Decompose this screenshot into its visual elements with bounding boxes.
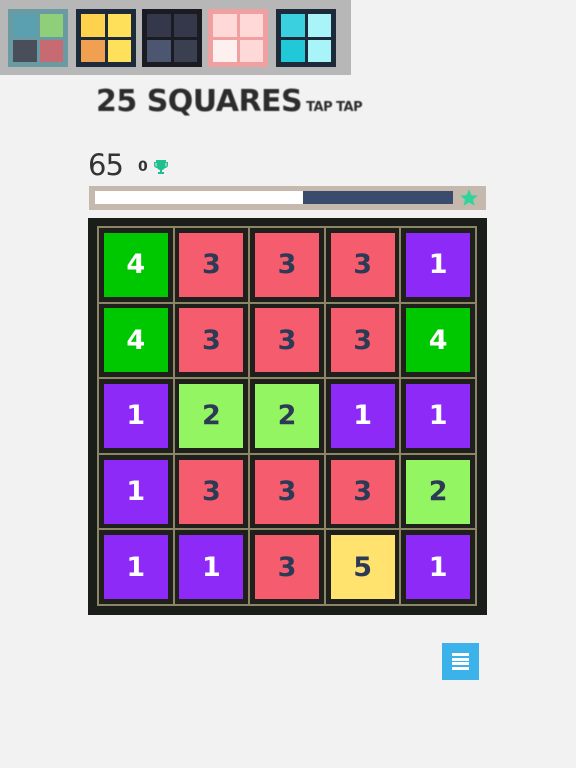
- board-cell[interactable]: 1: [174, 530, 249, 604]
- tile[interactable]: 1: [103, 459, 168, 524]
- theme-swatch: [13, 14, 37, 37]
- current-score: 65: [88, 148, 124, 182]
- theme-gray-pastel-button[interactable]: [8, 9, 68, 67]
- theme-swatch: [307, 14, 331, 37]
- theme-warm-button[interactable]: [76, 9, 136, 67]
- theme-swatch: [107, 39, 131, 62]
- tile[interactable]: 1: [406, 232, 471, 297]
- tile[interactable]: 4: [103, 308, 168, 373]
- tile[interactable]: 1: [406, 383, 471, 448]
- theme-swatch: [39, 14, 63, 37]
- title-subtitle: TAP TAP: [306, 100, 363, 115]
- theme-swatch: [81, 14, 105, 37]
- title-main: 25 SQUARES: [96, 84, 303, 119]
- theme-swatch: [213, 39, 237, 62]
- tile[interactable]: 2: [179, 383, 244, 448]
- tile-grid: 4333143334122111333211351: [97, 226, 477, 606]
- tile[interactable]: 5: [330, 535, 395, 600]
- board-cell[interactable]: 4: [99, 303, 173, 378]
- star-icon: [460, 189, 478, 206]
- board-cell[interactable]: 4: [401, 303, 475, 378]
- progress-fill: [302, 191, 453, 204]
- board-cell[interactable]: 3: [325, 454, 400, 529]
- tile[interactable]: 1: [330, 383, 395, 448]
- theme-swatch: [107, 14, 131, 37]
- theme-swatch: [173, 14, 197, 37]
- theme-swatch: [81, 39, 105, 62]
- board-cell[interactable]: 1: [401, 379, 475, 453]
- tile[interactable]: 3: [254, 232, 319, 297]
- board-cell[interactable]: 3: [250, 454, 324, 529]
- board-cell[interactable]: 1: [401, 228, 475, 302]
- tile[interactable]: 3: [254, 308, 319, 373]
- tile[interactable]: 4: [406, 308, 471, 373]
- theme-swatch: [281, 39, 305, 62]
- board-cell[interactable]: 4: [99, 228, 173, 302]
- progress-track-inner: [95, 191, 453, 204]
- game-board: 4333143334122111333211351: [88, 218, 487, 615]
- theme-selector: [0, 0, 351, 75]
- board-cell[interactable]: 3: [174, 228, 249, 302]
- tile[interactable]: 3: [254, 459, 319, 524]
- game-screen: 25 SQUARES TAP TAP 65 0 43331433341221113…: [0, 0, 576, 768]
- theme-swatch: [213, 14, 237, 37]
- theme-swatch: [281, 14, 305, 37]
- tile[interactable]: 3: [179, 232, 244, 297]
- board-cell[interactable]: 3: [250, 530, 324, 604]
- theme-cyan-button[interactable]: [276, 9, 336, 67]
- tile[interactable]: 3: [179, 308, 244, 373]
- theme-swatch: [39, 39, 63, 62]
- menu-button[interactable]: [442, 643, 479, 680]
- board-cell[interactable]: 3: [174, 454, 249, 529]
- board-cell[interactable]: 1: [99, 379, 173, 453]
- tile[interactable]: 3: [254, 535, 319, 600]
- tile[interactable]: 2: [406, 459, 471, 524]
- tile[interactable]: 1: [103, 535, 168, 600]
- tile[interactable]: 1: [406, 535, 471, 600]
- board-cell[interactable]: 2: [174, 379, 249, 453]
- theme-swatch: [147, 39, 171, 62]
- board-cell[interactable]: 5: [325, 530, 400, 604]
- tile[interactable]: 4: [103, 232, 168, 297]
- theme-swatch: [239, 14, 263, 37]
- tile[interactable]: 2: [254, 383, 319, 448]
- board-cell[interactable]: 1: [401, 530, 475, 604]
- progress-bar: [89, 186, 486, 210]
- hamburger-icon: [452, 653, 469, 670]
- tile[interactable]: 1: [179, 535, 244, 600]
- tile[interactable]: 1: [103, 383, 168, 448]
- theme-swatch: [239, 39, 263, 62]
- theme-pink-button[interactable]: [208, 9, 268, 67]
- board-cell[interactable]: 3: [325, 228, 400, 302]
- board-cell[interactable]: 2: [250, 379, 324, 453]
- theme-swatch: [13, 39, 37, 62]
- board-cell[interactable]: 3: [250, 303, 324, 378]
- theme-swatch: [307, 39, 331, 62]
- theme-dark-button[interactable]: [142, 9, 202, 67]
- game-title: 25 SQUARES TAP TAP: [96, 84, 363, 119]
- tile[interactable]: 3: [179, 459, 244, 524]
- board-cell[interactable]: 3: [250, 228, 324, 302]
- board-cell[interactable]: 2: [401, 454, 475, 529]
- board-cell[interactable]: 1: [99, 530, 173, 604]
- tile[interactable]: 3: [330, 308, 395, 373]
- theme-swatch: [173, 39, 197, 62]
- theme-swatch: [147, 14, 171, 37]
- board-cell[interactable]: 1: [325, 379, 400, 453]
- best-score: 0: [138, 159, 148, 175]
- board-cell[interactable]: 1: [99, 454, 173, 529]
- tile[interactable]: 3: [330, 232, 395, 297]
- board-cell[interactable]: 3: [174, 303, 249, 378]
- tile[interactable]: 3: [330, 459, 395, 524]
- board-cell[interactable]: 3: [325, 303, 400, 378]
- trophy-icon: [154, 160, 168, 174]
